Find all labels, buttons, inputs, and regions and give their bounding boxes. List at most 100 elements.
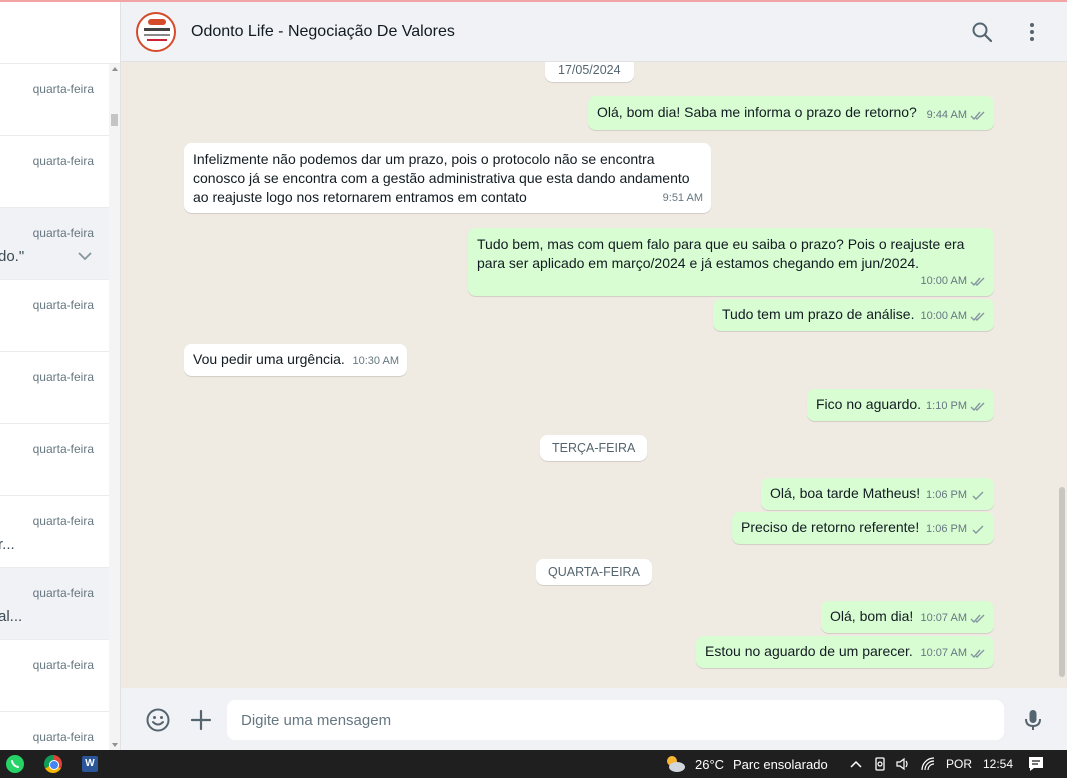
- double-check-icon: [970, 402, 985, 412]
- chat-list-item[interactable]: quarta-feira: [0, 136, 109, 208]
- tablet-mode-icon[interactable]: [872, 756, 888, 772]
- input-language[interactable]: POR: [946, 757, 972, 771]
- volume-icon[interactable]: [895, 756, 911, 772]
- chat-item-preview: do.": [0, 248, 25, 265]
- message-text: Estou no aguardo de um parecer.: [705, 643, 913, 659]
- outgoing-message[interactable]: Tudo bem, mas com quem falo para que eu …: [468, 228, 994, 296]
- chat-list-item[interactable]: quarta-feira: [0, 712, 109, 750]
- outgoing-message[interactable]: Fico no aguardo. 1:10 PM: [807, 389, 994, 421]
- message-text: Tudo tem um prazo de análise.: [722, 306, 915, 322]
- system-clock[interactable]: 12:54: [983, 757, 1013, 771]
- message-list-scrollbar[interactable]: [1057, 62, 1067, 688]
- outgoing-message[interactable]: Preciso de retorno referente! 1:06 PM: [732, 512, 994, 544]
- chat-list-item[interactable]: quarta-feira: [0, 352, 109, 424]
- chat-item-preview: r...: [0, 536, 15, 553]
- message-time: 10:00 AM: [920, 275, 967, 287]
- message-text: Olá, bom dia! Saba me informa o prazo de…: [597, 104, 917, 120]
- outgoing-message[interactable]: Olá, bom dia! 10:07 AM: [821, 601, 994, 633]
- message-text: Olá, boa tarde Matheus!: [770, 485, 921, 501]
- message-time: 10:30 AM: [352, 355, 399, 367]
- weather-condition[interactable]: Parc ensolarado: [733, 757, 828, 772]
- contact-name[interactable]: Odonto Life - Negociação De Valores: [191, 23, 455, 41]
- message-meta: 10:07 AM: [921, 644, 986, 663]
- scroll-up-arrow-icon[interactable]: [112, 67, 118, 71]
- search-icon[interactable]: [970, 20, 994, 44]
- outgoing-message[interactable]: Tudo tem um prazo de análise. 10:00 AM: [713, 299, 994, 331]
- scrollbar-thumb[interactable]: [111, 114, 118, 126]
- chat-item-time: quarta-feira: [32, 730, 94, 744]
- scroll-down-arrow-icon[interactable]: [112, 743, 118, 747]
- message-meta: 10:00 AM: [921, 307, 986, 326]
- chat-item-time: quarta-feira: [32, 154, 94, 168]
- kebab-menu-icon[interactable]: [1020, 20, 1044, 44]
- word-taskbar-icon[interactable]: W: [82, 756, 98, 772]
- weather-temperature[interactable]: 26°C: [695, 757, 724, 772]
- message-meta: 9:51 AM: [663, 189, 703, 208]
- notification-center-icon[interactable]: [1027, 755, 1045, 773]
- date-separator: TERÇA-FEIRA: [540, 435, 648, 461]
- chat-list-item[interactable]: quarta-feira: [0, 280, 109, 352]
- chat-list-item[interactable]: quarta-feira: [0, 424, 109, 496]
- single-check-icon: [972, 491, 984, 500]
- chevron-up-icon[interactable]: [848, 756, 864, 772]
- scrollbar-thumb[interactable]: [1059, 487, 1065, 677]
- wifi-icon[interactable]: [920, 756, 936, 772]
- attach-plus-icon[interactable]: [188, 707, 214, 733]
- message-list[interactable]: 17/05/2024 Olá, bom dia! Saba me informa…: [121, 62, 1057, 688]
- message-meta: 10:30 AM: [353, 352, 399, 371]
- double-check-icon: [970, 277, 985, 287]
- chat-item-time: quarta-feira: [32, 370, 94, 384]
- message-text: Tudo bem, mas com quem falo para que eu …: [477, 236, 965, 271]
- outgoing-message[interactable]: Estou no aguardo de um parecer. 10:07 AM: [696, 636, 994, 668]
- chat-list-scrollbar[interactable]: [109, 64, 120, 750]
- contact-avatar[interactable]: [136, 12, 176, 52]
- chat-item-time: quarta-feira: [32, 226, 94, 240]
- single-check-icon: [972, 525, 984, 534]
- emoji-icon[interactable]: [145, 707, 171, 733]
- conversation-header[interactable]: Odonto Life - Negociação De Valores: [121, 2, 1067, 62]
- chat-list-item[interactable]: quarta-feira: [0, 64, 109, 136]
- message-time: 9:44 AM: [926, 109, 967, 121]
- chevron-down-icon[interactable]: [77, 248, 93, 264]
- message-meta: 1:06 PM: [926, 520, 986, 539]
- outgoing-message[interactable]: Olá, boa tarde Matheus! 1:06 PM: [761, 478, 994, 510]
- chat-item-time: quarta-feira: [32, 586, 94, 600]
- double-check-icon: [970, 111, 985, 121]
- chat-list-item[interactable]: quarta-feira r...: [0, 496, 109, 568]
- partly-sunny-icon[interactable]: [663, 753, 687, 775]
- chat-list-panel: quarta-feira quarta-feira quarta-feira d…: [0, 2, 121, 750]
- chat-item-time: quarta-feira: [32, 514, 94, 528]
- date-separator: 17/05/2024: [545, 62, 634, 82]
- double-check-icon: [970, 312, 985, 322]
- message-meta: 10:07 AM: [921, 609, 986, 628]
- outgoing-message[interactable]: Olá, bom dia! Saba me informa o prazo de…: [588, 96, 994, 130]
- os-taskbar: W 26°C Parc ensolarado POR 12:54: [0, 750, 1067, 778]
- double-check-icon: [970, 649, 985, 659]
- message-time: 1:06 PM: [926, 523, 967, 535]
- incoming-message[interactable]: Vou pedir uma urgência. 10:30 AM: [184, 344, 407, 376]
- message-text: Vou pedir uma urgência.: [193, 351, 345, 367]
- chat-list-header: [0, 2, 120, 64]
- chat-item-time: quarta-feira: [32, 82, 94, 96]
- chrome-taskbar-icon[interactable]: [44, 755, 62, 773]
- message-input[interactable]: [227, 700, 1004, 740]
- chat-list-item[interactable]: quarta-feira al...: [0, 568, 109, 640]
- chat-list-item[interactable]: quarta-feira do.": [0, 208, 109, 280]
- message-time: 10:07 AM: [920, 647, 967, 659]
- chat-list-item[interactable]: quarta-feira: [0, 640, 109, 712]
- incoming-message[interactable]: Infelizmente não podemos dar um prazo, p…: [184, 143, 711, 213]
- chat-item-time: quarta-feira: [32, 298, 94, 312]
- microphone-icon[interactable]: [1020, 707, 1046, 733]
- message-time: 10:07 AM: [920, 612, 967, 624]
- chat-item-time: quarta-feira: [32, 442, 94, 456]
- message-time: 9:51 AM: [662, 192, 703, 204]
- whatsapp-taskbar-icon[interactable]: [6, 755, 24, 773]
- message-text: Fico no aguardo.: [816, 396, 922, 412]
- message-time: 10:00 AM: [920, 310, 967, 322]
- date-separator: QUARTA-FEIRA: [536, 559, 652, 585]
- message-time: 1:10 PM: [926, 400, 967, 412]
- message-meta: 9:44 AM: [927, 106, 986, 125]
- message-meta: 1:10 PM: [926, 397, 986, 416]
- message-meta: 1:06 PM: [926, 486, 986, 505]
- message-text: Infelizmente não podemos dar um prazo, p…: [193, 151, 690, 205]
